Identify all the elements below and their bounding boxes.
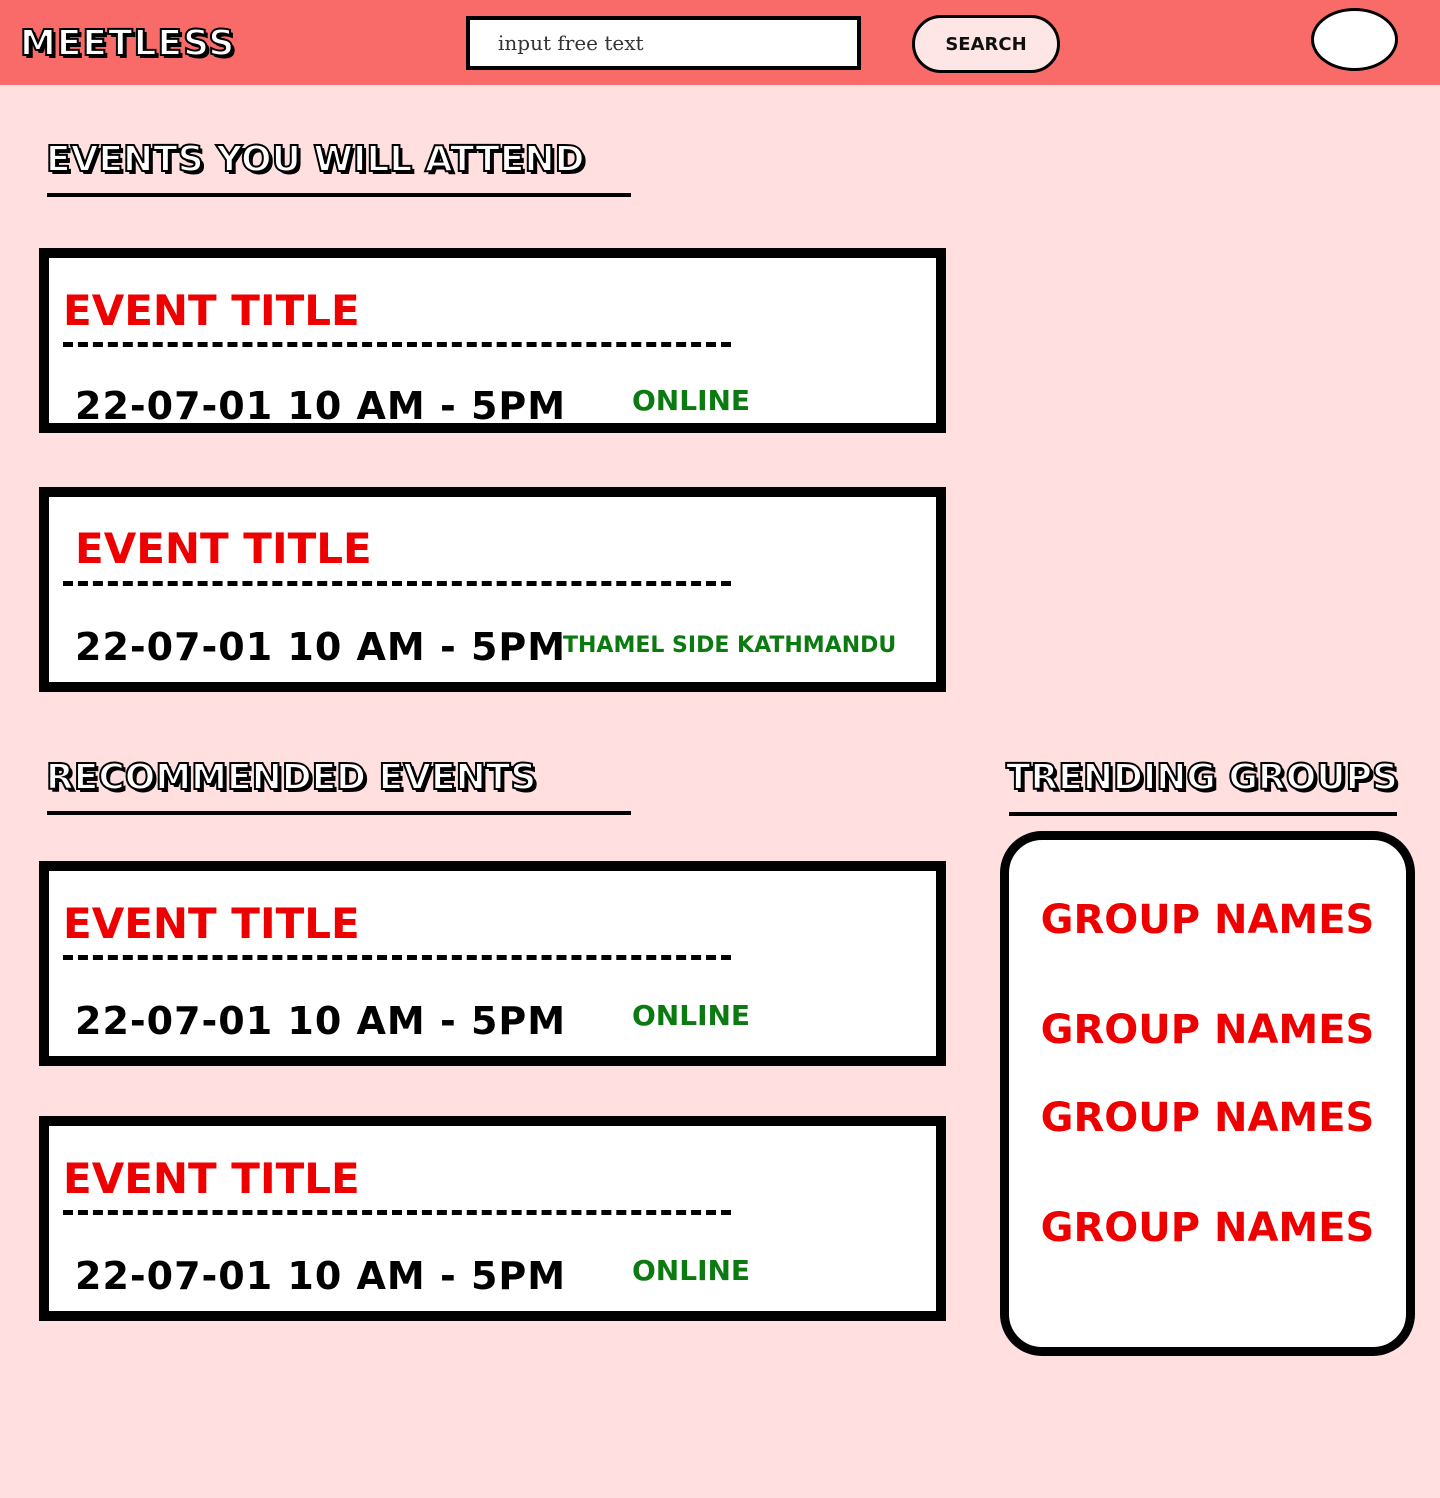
- event-location: THAMEL SIDE KATHMANDU: [563, 633, 897, 658]
- event-title: EVENT TITLE: [63, 899, 360, 948]
- group-link[interactable]: GROUP NAMES: [1009, 896, 1406, 944]
- dashed-divider: [63, 342, 731, 347]
- avatar[interactable]: [1311, 8, 1398, 71]
- event-card[interactable]: EVENT TITLE 22-07-01 10 AM - 5PM THAMEL …: [39, 487, 946, 692]
- group-link[interactable]: GROUP NAMES: [1009, 1006, 1406, 1054]
- event-location: ONLINE: [632, 999, 751, 1032]
- search-button[interactable]: SEARCH: [912, 15, 1060, 73]
- group-link[interactable]: GROUP NAMES: [1009, 1204, 1406, 1252]
- dashed-divider: [63, 1210, 731, 1215]
- group-link[interactable]: GROUP NAMES: [1009, 1094, 1406, 1142]
- event-location: ONLINE: [632, 1254, 751, 1287]
- event-title: EVENT TITLE: [63, 286, 360, 335]
- event-card[interactable]: EVENT TITLE 22-07-01 10 AM - 5PM ONLINE: [39, 861, 946, 1066]
- event-datetime: 22-07-01 10 AM - 5PM: [75, 999, 567, 1043]
- event-datetime: 22-07-01 10 AM - 5PM: [75, 1254, 567, 1298]
- event-title: EVENT TITLE: [75, 524, 372, 573]
- trending-heading-underline: [1009, 812, 1397, 816]
- event-title: EVENT TITLE: [63, 1154, 360, 1203]
- attending-heading: EVENTS YOU WILL ATTEND: [45, 138, 585, 181]
- recommended-heading-underline: [47, 811, 631, 815]
- header-bar: MEETLESS SEARCH: [0, 0, 1440, 85]
- event-datetime: 22-07-01 10 AM - 5PM: [75, 384, 567, 428]
- event-card[interactable]: EVENT TITLE 22-07-01 10 AM - 5PM ONLINE: [39, 248, 946, 433]
- dashed-divider: [63, 955, 731, 960]
- event-card[interactable]: EVENT TITLE 22-07-01 10 AM - 5PM ONLINE: [39, 1116, 946, 1321]
- app-logo[interactable]: MEETLESS: [19, 20, 235, 68]
- recommended-heading: RECOMMENDED EVENTS: [45, 756, 537, 799]
- trending-heading: TRENDING GROUPS: [1005, 756, 1399, 799]
- event-datetime: 22-07-01 10 AM - 5PM: [75, 625, 567, 669]
- search-input[interactable]: [466, 16, 861, 70]
- event-location: ONLINE: [632, 384, 751, 417]
- trending-groups-panel: GROUP NAMES GROUP NAMES GROUP NAMES GROU…: [1000, 831, 1415, 1356]
- attending-heading-underline: [47, 193, 631, 197]
- dashed-divider: [63, 581, 731, 586]
